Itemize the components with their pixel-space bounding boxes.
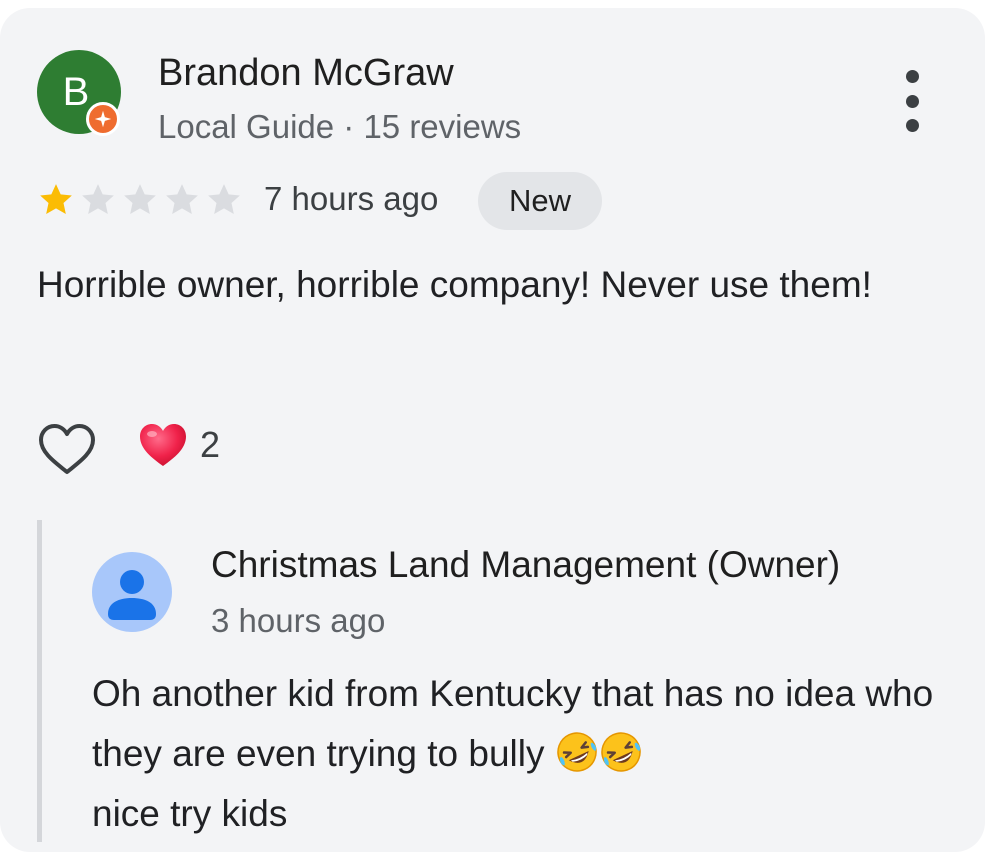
star-empty-icon bbox=[124, 184, 156, 214]
star-empty-icon bbox=[208, 184, 240, 214]
owner-reply-ending: nice try kids bbox=[92, 793, 288, 834]
like-button[interactable] bbox=[36, 422, 98, 478]
reaction-summary[interactable]: 2 bbox=[138, 422, 220, 468]
star-empty-icon bbox=[166, 184, 198, 214]
more-vert-icon-dot bbox=[905, 94, 919, 108]
owner-reply-body: Oh another kid from Kentucky that has no… bbox=[92, 673, 934, 774]
review-time: 7 hours ago bbox=[264, 180, 439, 217]
owner-reply-time: 3 hours ago bbox=[211, 602, 386, 639]
review-text: Horrible owner, horrible company! Never … bbox=[37, 264, 872, 305]
person-icon bbox=[108, 570, 156, 620]
more-options-button[interactable] bbox=[890, 70, 934, 132]
heart-outline-icon bbox=[39, 424, 95, 474]
owner-name[interactable]: Christmas Land Management (Owner) bbox=[211, 544, 840, 586]
reviewer-name[interactable]: Brandon McGraw bbox=[158, 52, 454, 95]
owner-reply-text: Oh another kid from Kentucky that has no… bbox=[92, 664, 962, 844]
star-empty-icon bbox=[82, 184, 114, 214]
reply-divider bbox=[37, 520, 42, 842]
reaction-count: 2 bbox=[200, 424, 221, 465]
local-guide-badge-icon bbox=[86, 102, 120, 136]
rolling-on-floor-laughing-emoji-icon bbox=[601, 732, 641, 772]
emoji-group bbox=[555, 724, 643, 784]
star-filled-icon bbox=[40, 184, 72, 214]
owner-avatar[interactable] bbox=[92, 552, 172, 632]
reviewer-meta: Local Guide · 15 reviews bbox=[158, 108, 522, 145]
more-vert-icon-dot bbox=[905, 119, 919, 132]
new-badge: New bbox=[478, 172, 602, 230]
star-rating bbox=[36, 180, 244, 220]
avatar-initial: B bbox=[62, 70, 90, 114]
rolling-on-floor-laughing-emoji-icon bbox=[557, 732, 597, 772]
more-vert-icon bbox=[905, 70, 919, 83]
red-heart-emoji-icon bbox=[140, 424, 186, 466]
review-card: B Brandon McGraw Local Guide · 15 review… bbox=[0, 8, 985, 852]
